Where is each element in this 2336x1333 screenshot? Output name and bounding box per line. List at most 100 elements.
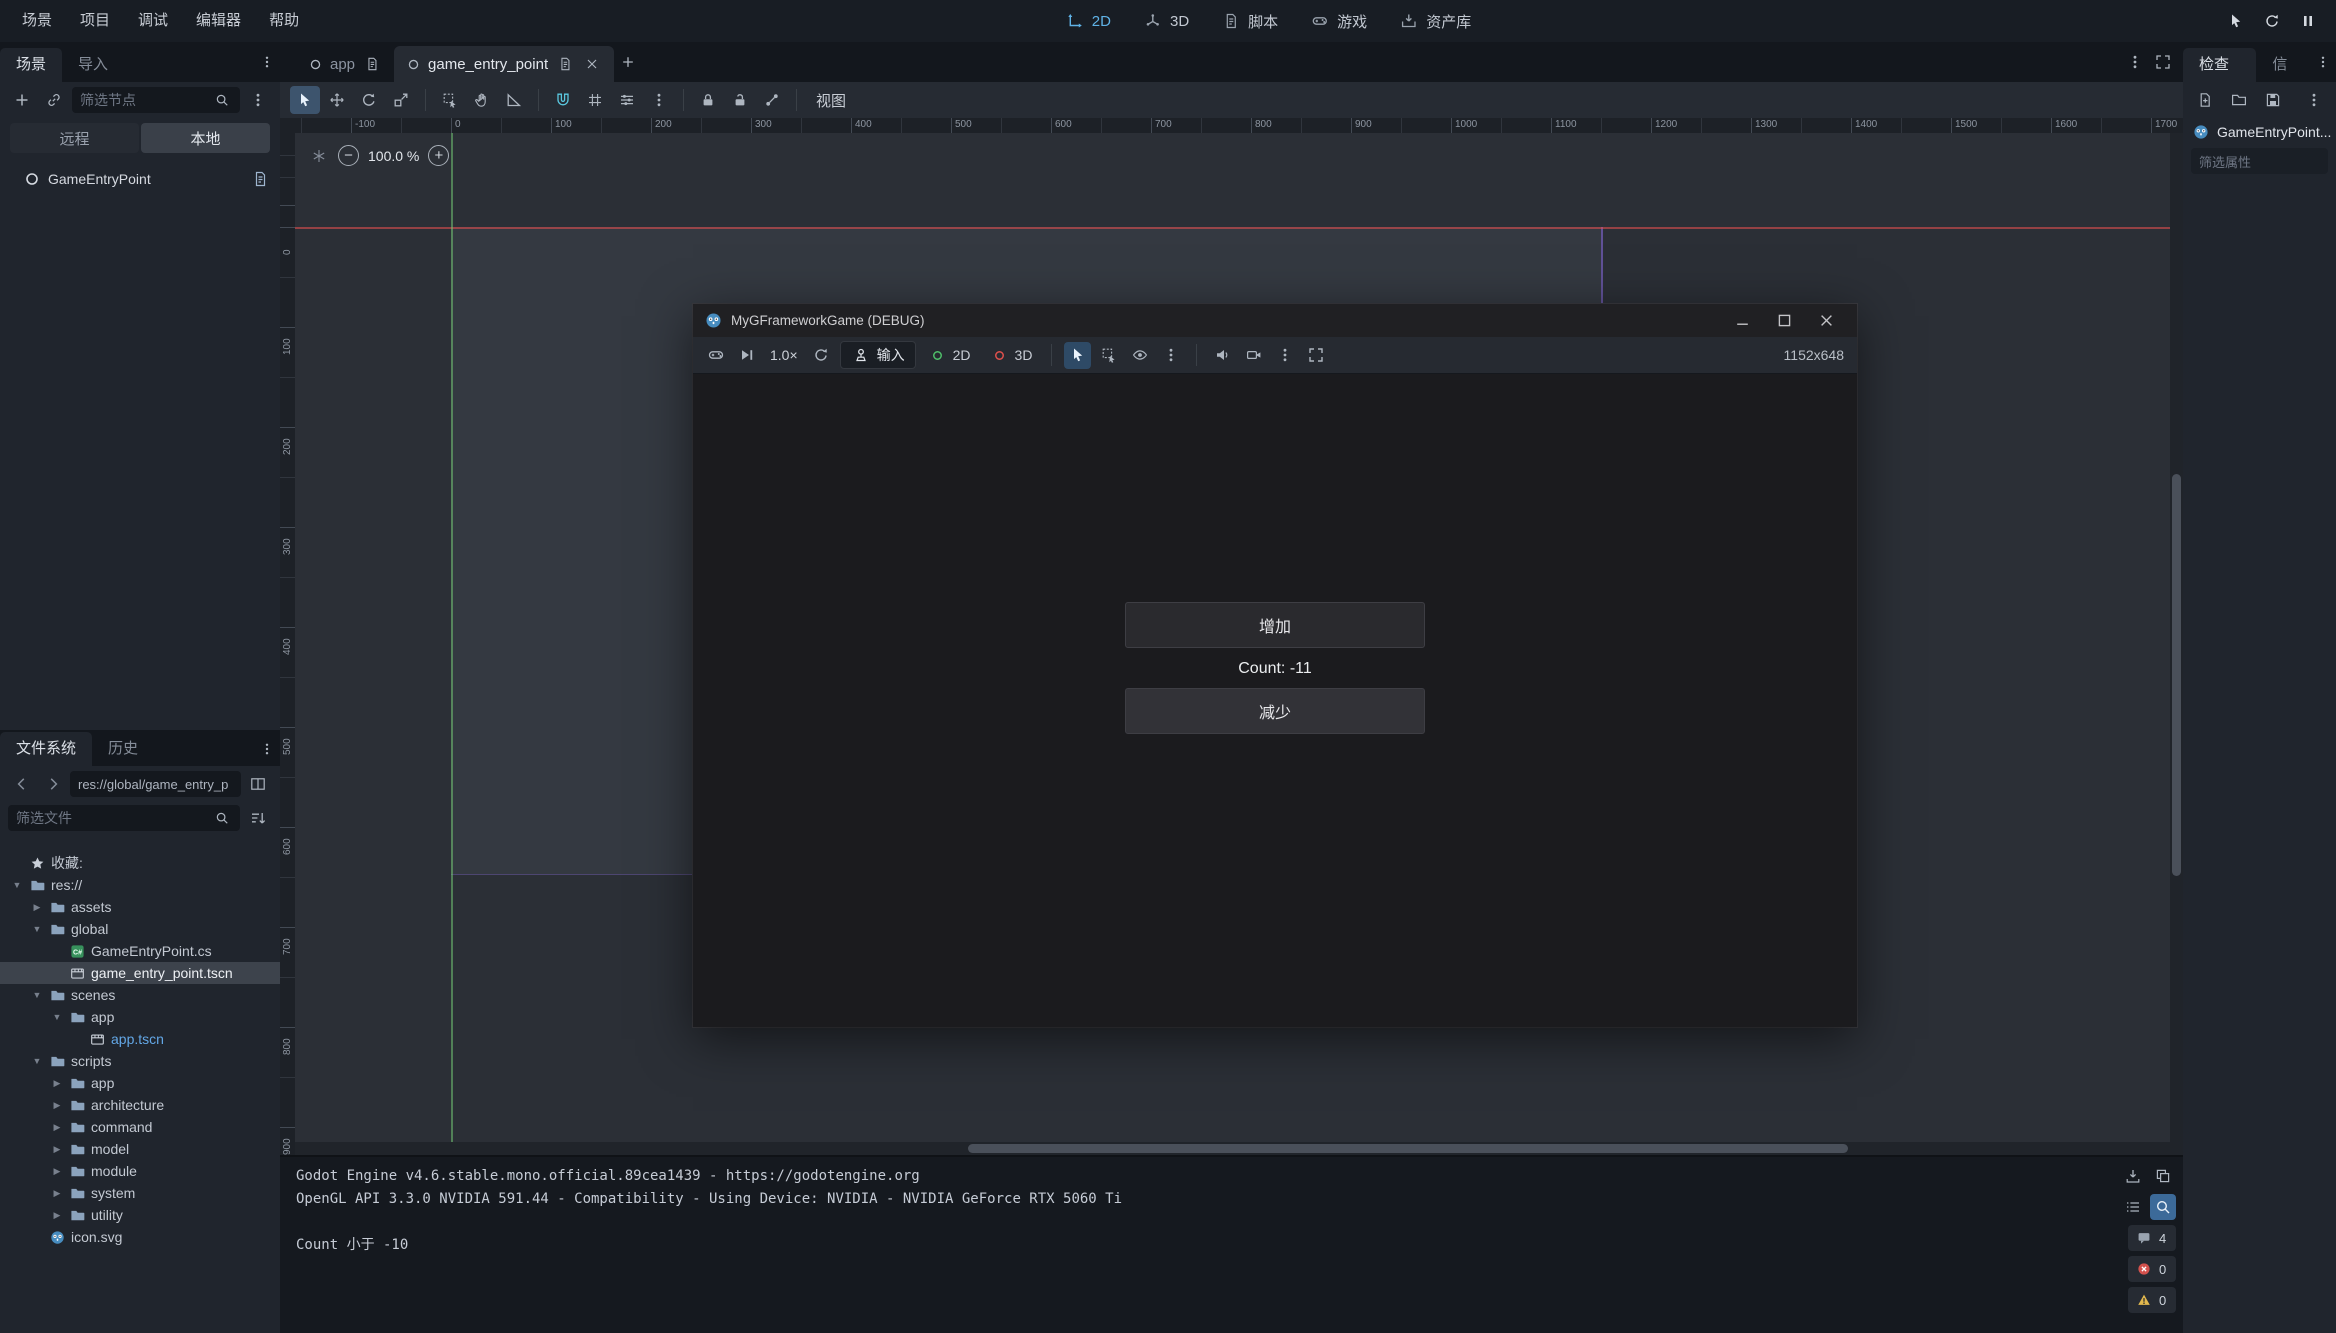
rotate-tool-button[interactable] — [354, 86, 384, 114]
copy-output-button[interactable] — [2150, 1163, 2176, 1189]
fs-tree-row[interactable]: ▶ architecture — [0, 1094, 280, 1116]
tree-arrow-icon[interactable]: ▼ — [50, 1012, 64, 1022]
menu-debug[interactable]: 调试 — [124, 6, 182, 36]
scene-tab-game_entry_point[interactable]: game_entry_point — [394, 46, 614, 82]
dock-tab-filesystem[interactable]: 文件系统 — [0, 732, 92, 766]
playback-speed[interactable]: 1.0× — [765, 347, 803, 363]
instance-scene-button[interactable] — [40, 86, 68, 114]
center-view-icon[interactable] — [309, 146, 329, 166]
next-frame-button[interactable] — [733, 342, 760, 369]
filter-nodes-input[interactable]: 筛选节点 — [72, 87, 240, 113]
tree-arrow-icon[interactable]: ▶ — [50, 1100, 64, 1111]
segment-local[interactable]: 本地 — [141, 123, 270, 153]
restart-game-button[interactable] — [808, 342, 835, 369]
tree-arrow-icon[interactable]: ▶ — [50, 1144, 64, 1155]
more-button[interactable] — [2300, 86, 2328, 114]
fs-tree-row[interactable]: ▼ scripts — [0, 1050, 280, 1072]
select-tool-button[interactable] — [290, 86, 320, 114]
fs-tree-row[interactable]: ▶ command — [0, 1116, 280, 1138]
scene-tree-root-row[interactable]: GameEntryPoint — [0, 164, 280, 194]
dock-tab-scene[interactable]: 场景 — [0, 48, 62, 82]
fs-tree-row[interactable]: C# GameEntryPoint.cs — [0, 940, 280, 962]
workspace-3d[interactable]: 3D — [1129, 6, 1203, 36]
more-button[interactable] — [1157, 342, 1184, 369]
new-scene-tab-button[interactable] — [614, 48, 642, 76]
fs-tree-row[interactable]: ▶ utility — [0, 1204, 280, 1226]
overflow-button[interactable] — [644, 86, 674, 114]
collapse-duplicates-button[interactable] — [2120, 1194, 2146, 1220]
inspector-node-row[interactable]: GameEntryPoint... — [2183, 118, 2336, 146]
workspace-2d[interactable]: 2D — [1051, 6, 1125, 36]
mute-audio-button[interactable] — [1209, 342, 1236, 369]
fs-tree-row[interactable]: game_entry_point.tscn — [0, 962, 280, 984]
move-tool-button[interactable] — [322, 86, 352, 114]
more-button[interactable] — [1271, 342, 1298, 369]
fs-tree-row[interactable]: ▶ assets — [0, 896, 280, 918]
fs-tree-row[interactable]: ▼ global — [0, 918, 280, 940]
overflow-icon[interactable] — [260, 52, 280, 72]
errors-filter-toggle[interactable]: 0 — [2128, 1256, 2176, 1282]
tree-arrow-icon[interactable]: ▶ — [50, 1078, 64, 1089]
save-resource-button[interactable] — [2259, 86, 2287, 114]
tree-arrow-icon[interactable]: ▼ — [30, 990, 44, 1000]
fs-tree-row[interactable]: ▼ app — [0, 1006, 280, 1028]
tree-arrow-icon[interactable]: ▼ — [10, 880, 24, 890]
embedded-cursor-button[interactable] — [2226, 11, 2246, 31]
mode-3d-button[interactable]: 3D — [983, 345, 1040, 365]
pause-button[interactable] — [2298, 11, 2318, 31]
overflow-icon[interactable] — [260, 739, 280, 759]
current-path[interactable]: res://global/game_entry_p — [70, 771, 241, 797]
window-minimize-button[interactable] — [1721, 304, 1763, 337]
suspend-game-button[interactable] — [702, 342, 729, 369]
file-sort-button[interactable] — [244, 804, 272, 832]
tree-arrow-icon[interactable]: ▶ — [50, 1122, 64, 1133]
zoom-in-button[interactable]: + — [428, 145, 449, 166]
scene-dock-menu-button[interactable] — [244, 86, 272, 114]
zoom-out-button[interactable]: − — [338, 145, 359, 166]
scene-tab-app[interactable]: app — [296, 46, 394, 82]
horizontal-scrollbar-thumb[interactable] — [968, 1144, 1848, 1153]
close-icon[interactable] — [582, 54, 602, 74]
fs-tree-row[interactable]: ▼ res:// — [0, 874, 280, 896]
tree-arrow-icon[interactable]: ▶ — [50, 1166, 64, 1177]
restart-button[interactable] — [2262, 11, 2282, 31]
zoom-level[interactable]: 100.0 % — [368, 148, 419, 164]
messages-filter-toggle[interactable]: 4 — [2128, 1225, 2176, 1251]
menu-project[interactable]: 项目 — [66, 6, 124, 36]
scale-tool-button[interactable] — [386, 86, 416, 114]
camera-override-button[interactable] — [1240, 342, 1267, 369]
fs-tree-row[interactable]: ▶ module — [0, 1160, 280, 1182]
visibility-button[interactable] — [1126, 342, 1153, 369]
filter-properties-input[interactable]: 筛选属性 — [2191, 148, 2328, 174]
menu-editor[interactable]: 编辑器 — [182, 6, 255, 36]
tree-arrow-icon[interactable]: ▶ — [50, 1188, 64, 1199]
unlock-button[interactable] — [725, 86, 755, 114]
pick-node-button[interactable] — [1064, 342, 1091, 369]
fs-tree-row[interactable]: ▶ app — [0, 1072, 280, 1094]
fs-tree-row[interactable]: ▶ model — [0, 1138, 280, 1160]
input-mode-button[interactable]: 输入 — [840, 341, 916, 369]
workspace-game[interactable]: 游戏 — [1296, 6, 1381, 36]
dock-tab-signals[interactable]: 信号 — [2256, 48, 2316, 82]
window-close-button[interactable] — [1805, 304, 1847, 337]
dock-tab-import[interactable]: 导入 — [62, 48, 124, 82]
game-window-titlebar[interactable]: MyGFrameworkGame (DEBUG) — [693, 304, 1857, 337]
view-menu-button[interactable]: 视图 — [804, 90, 858, 111]
embed-fullscreen-button[interactable] — [1302, 342, 1329, 369]
tree-arrow-icon[interactable]: ▶ — [30, 902, 44, 913]
distraction-free-icon[interactable] — [2153, 52, 2173, 72]
clear-output-button[interactable] — [2120, 1163, 2146, 1189]
workspace-script[interactable]: 脚本 — [1207, 6, 1292, 36]
overflow-icon[interactable] — [2316, 52, 2336, 72]
toggle-split-mode-button[interactable] — [244, 770, 272, 798]
scene-tab-list-icon[interactable] — [2125, 52, 2145, 72]
fs-tree-row[interactable]: app.tscn — [0, 1028, 280, 1050]
menu-scene[interactable]: 场景 — [8, 6, 66, 36]
dock-tab-history[interactable]: 历史 — [92, 732, 154, 766]
workspace-assetlib[interactable]: 资产库 — [1385, 6, 1485, 36]
fs-tree-row[interactable]: ▶ system — [0, 1182, 280, 1204]
load-resource-button[interactable] — [2225, 86, 2253, 114]
add-node-button[interactable] — [8, 86, 36, 114]
smart-snap-button[interactable] — [548, 86, 578, 114]
list-select-button[interactable] — [435, 86, 465, 114]
